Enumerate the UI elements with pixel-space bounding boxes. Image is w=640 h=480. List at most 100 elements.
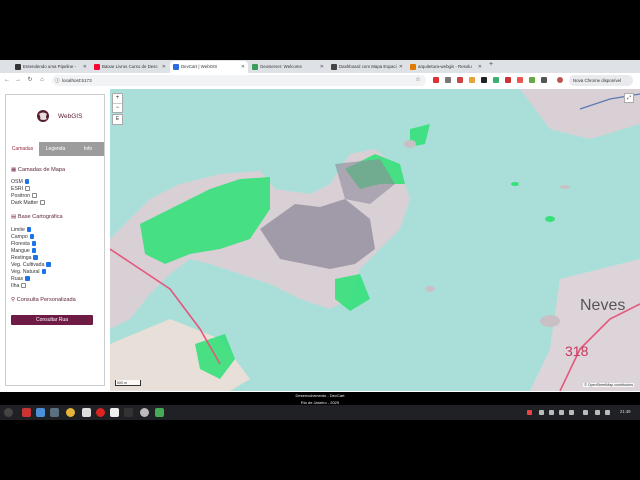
layer-floresta[interactable]: Floresta [11, 241, 37, 247]
browser-tab[interactable]: Baixar Livros Curso de Desc ✕ [91, 61, 169, 73]
os-taskbar: 21:49 [0, 405, 640, 420]
browser-app-icon[interactable] [66, 408, 75, 417]
app-icon[interactable] [50, 408, 59, 417]
extension-icon[interactable] [445, 77, 451, 83]
tab-info[interactable]: Info [72, 142, 104, 156]
layer-mangue[interactable]: Mangue [11, 248, 37, 254]
app-icon[interactable] [36, 408, 45, 417]
draw-tool-button[interactable]: E [112, 114, 123, 125]
forward-icon[interactable]: → [14, 76, 22, 84]
tab-camadas[interactable]: Camadas [6, 142, 39, 156]
back-icon[interactable]: ← [3, 76, 11, 84]
layer-label: Ilha [11, 283, 20, 289]
browser-tab[interactable]: Entendendo uma Pipeline - ✕ [12, 61, 90, 73]
close-tab-icon[interactable]: ✕ [478, 61, 482, 73]
browser-tab-active[interactable]: DevCart | WebGIS ✕ [170, 61, 248, 73]
layer-veg-natural[interactable]: Veg. Natural [11, 269, 47, 275]
volume-icon[interactable] [605, 410, 610, 415]
layer-restinga[interactable]: Restinga [11, 255, 38, 261]
layer-checkbox[interactable] [41, 269, 47, 274]
extension-icon[interactable] [493, 77, 499, 83]
new-tab-icon[interactable]: + [489, 61, 493, 68]
extension-icon[interactable] [529, 77, 535, 83]
layer-esri[interactable]: ESRI [11, 186, 30, 192]
browser-tab[interactable]: Dashboard com Mapa Espaci ✕ [328, 61, 406, 73]
layer-label: Veg. Cultivada [11, 262, 45, 268]
close-tab-icon[interactable]: ✕ [162, 61, 166, 73]
layer-campo[interactable]: Campo [11, 234, 35, 240]
scale-bar: 500 m [115, 380, 141, 386]
layer-checkbox[interactable] [33, 255, 38, 260]
extension-icon[interactable] [541, 77, 547, 83]
tray-icon[interactable] [569, 410, 574, 415]
app-icon[interactable] [140, 408, 149, 417]
tray-icon[interactable] [549, 410, 554, 415]
app-icon[interactable] [22, 408, 31, 417]
layer-checkbox[interactable] [31, 241, 37, 246]
tray-icon[interactable] [583, 410, 588, 415]
layer-checkbox[interactable] [31, 248, 37, 253]
layer-checkbox[interactable] [32, 193, 37, 198]
chrome-update-chip[interactable]: Nova Chrome disponível [569, 75, 633, 86]
layer-checkbox[interactable] [24, 179, 30, 184]
page-footer: Desenvolvimento - DevCart Rio de Janeiro… [0, 392, 640, 405]
reload-icon[interactable]: ↻ [26, 76, 34, 84]
tray-icon[interactable] [527, 410, 532, 415]
site-info-icon[interactable]: ⓘ [55, 75, 60, 86]
app-icon[interactable] [110, 408, 119, 417]
app-icon[interactable] [82, 408, 91, 417]
wifi-icon[interactable] [595, 410, 600, 415]
home-icon[interactable]: ⌂ [38, 76, 46, 84]
close-tab-icon[interactable]: ✕ [241, 61, 245, 73]
zoom-in-button[interactable]: + [113, 94, 122, 103]
fullscreen-icon[interactable]: ⤢ [624, 93, 634, 103]
extension-icon[interactable] [457, 77, 463, 83]
layer-checkbox[interactable] [46, 262, 51, 267]
layer-positron[interactable]: Positron [11, 193, 37, 199]
zoom-out-button[interactable]: − [113, 103, 122, 113]
map-graphic [110, 89, 640, 391]
extension-icon[interactable] [517, 77, 523, 83]
start-menu-icon[interactable] [4, 408, 13, 417]
layer-ilha[interactable]: Ilha [11, 283, 26, 289]
app-icon[interactable] [155, 408, 164, 417]
map-canvas[interactable]: + − E ⤢ Neves 318 500 m © OpenStreetMap … [110, 89, 640, 391]
bookmark-star-icon[interactable]: ☆ [414, 76, 422, 84]
consultar-rua-button[interactable]: Consultar Rua [11, 315, 93, 325]
close-tab-icon[interactable]: ✕ [83, 61, 87, 73]
tab-legenda[interactable]: Legenda [39, 142, 72, 156]
layer-dark-matter[interactable]: Dark Matter [11, 200, 45, 206]
browser-tab[interactable]: arquitetura-webgis - Resolu ✕ [407, 61, 485, 73]
close-tab-icon[interactable]: ✕ [399, 61, 403, 73]
app-icon[interactable] [124, 408, 133, 417]
layer-limite[interactable]: Limite [11, 227, 32, 233]
layer-checkbox[interactable] [40, 200, 45, 205]
layer-checkbox[interactable] [21, 283, 26, 288]
layer-label: ESRI [11, 186, 24, 192]
layer-osm[interactable]: OSM [11, 179, 30, 185]
extension-icon[interactable] [469, 77, 475, 83]
webgis-page: WebGIS Camadas Legenda Info ▦ Camadas de… [0, 89, 640, 392]
layer-veg-cultivada[interactable]: Veg. Cultivada [11, 262, 51, 268]
clock[interactable]: 21:49 [620, 409, 630, 414]
tab-favicon-icon [410, 64, 416, 70]
layer-ruas[interactable]: Ruas [11, 276, 30, 282]
close-tab-icon[interactable]: ✕ [320, 61, 324, 73]
browser-tab[interactable]: GeoServer: Welcome ✕ [249, 61, 327, 73]
layer-checkbox[interactable] [29, 234, 35, 239]
layer-checkbox[interactable] [25, 186, 30, 191]
extension-icon[interactable] [505, 77, 511, 83]
layer-checkbox[interactable] [25, 276, 30, 281]
extension-icon[interactable] [481, 77, 487, 83]
avatar[interactable] [557, 77, 563, 83]
layer-label: Restinga [11, 255, 32, 261]
tray-icon[interactable] [539, 410, 544, 415]
tray-icon[interactable] [559, 410, 564, 415]
section-title: Consulta Personalizada [16, 297, 76, 303]
tab-label: Dashboard com Mapa Espaci [339, 64, 397, 69]
address-bar[interactable]: ⓘ localhost:5173 [52, 75, 426, 86]
app-icon[interactable] [96, 408, 105, 417]
layer-checkbox[interactable] [26, 227, 32, 232]
section-title: Base Cartográfica [17, 214, 63, 220]
extension-icon[interactable] [433, 77, 439, 83]
